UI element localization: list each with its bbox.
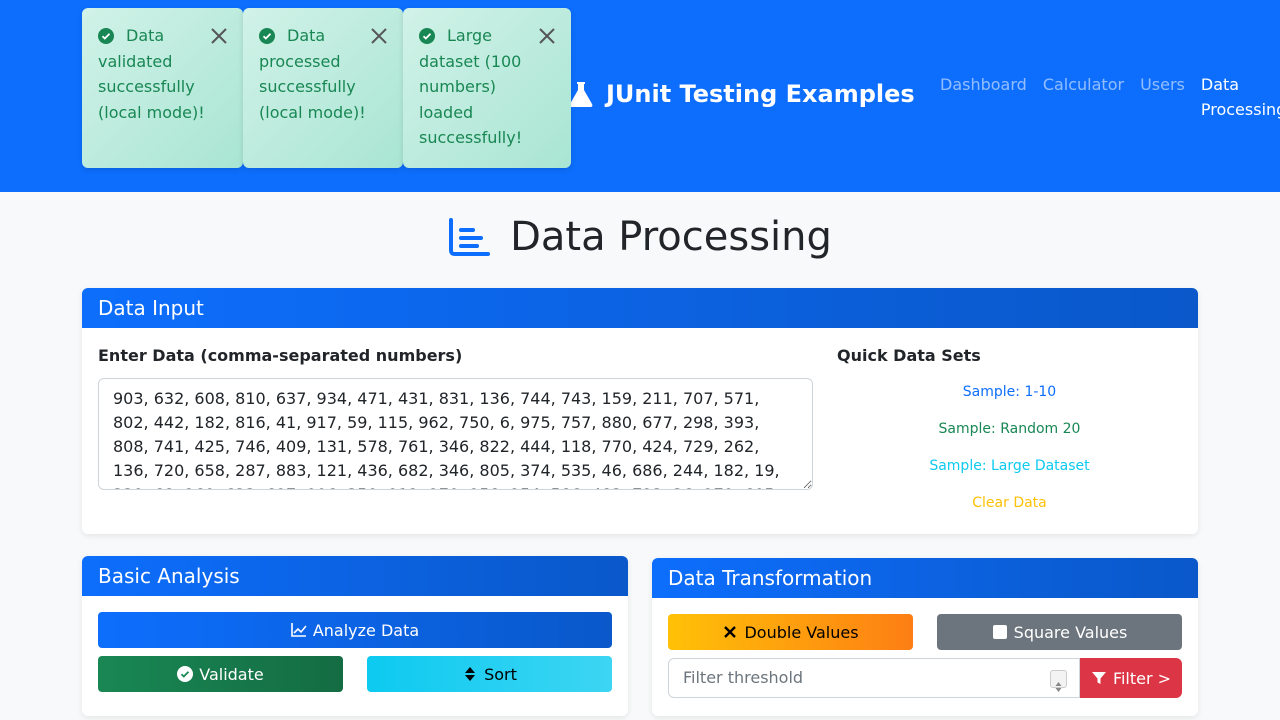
sample-large-dataset-link[interactable]: Sample: Large Dataset (837, 456, 1182, 493)
analyze-data-label: Analyze Data (312, 620, 420, 640)
nav-links: Dashboard Calculator Users Data Processi… (940, 72, 1280, 122)
bar-chart-icon (449, 218, 491, 256)
flask-icon (569, 82, 593, 107)
toast-message: Data processed successfully (local mode)… (259, 26, 366, 122)
square-values-button[interactable]: Square Values (937, 614, 1182, 650)
card-header: Data Input (82, 288, 1198, 328)
nav-link-dashboard[interactable]: Dashboard (940, 72, 1027, 122)
card-header: Basic Analysis (82, 556, 628, 596)
brand-label: JUnit Testing Examples (606, 80, 915, 108)
close-icon[interactable] (209, 26, 229, 46)
toast-success: Data validated successfully (local mode)… (82, 8, 243, 168)
sample-random-20-link[interactable]: Sample: Random 20 (837, 419, 1182, 456)
close-icon[interactable] (537, 26, 557, 46)
toast-success: Data processed successfully (local mode)… (243, 8, 403, 168)
filter-button[interactable]: Filter > (1080, 658, 1182, 698)
data-input-card: Data Input Enter Data (comma-separated n… (82, 288, 1198, 534)
analyze-data-button[interactable]: Analyze Data (98, 612, 612, 648)
filter-threshold-input[interactable]: Filter threshold (668, 658, 1080, 698)
data-transformation-card: Data Transformation Double Values Square… (652, 558, 1198, 716)
square-icon (992, 625, 1007, 639)
nav-link-data-processing[interactable]: Data Processing (1201, 72, 1280, 122)
basic-analysis-card: Basic Analysis Analyze Data Validate Sor… (82, 556, 628, 716)
check-circle-icon (419, 28, 435, 44)
double-values-label: Double Values (744, 622, 859, 642)
validate-label: Validate (199, 664, 264, 684)
double-values-button[interactable]: Double Values (668, 614, 913, 650)
toast-message: Large dataset (100 numbers) loaded succe… (419, 26, 523, 148)
check-circle-icon (259, 28, 275, 44)
data-input-label: Enter Data (comma-separated numbers) (98, 346, 463, 365)
nav-link-calculator[interactable]: Calculator (1043, 72, 1124, 122)
sort-icon (465, 667, 476, 681)
validate-button[interactable]: Validate (98, 656, 343, 692)
quick-data-sets-list: Sample: 1-10 Sample: Random 20 Sample: L… (837, 382, 1182, 530)
toast-success: Large dataset (100 numbers) loaded succe… (403, 8, 571, 168)
filter-threshold-placeholder: Filter threshold (683, 668, 804, 687)
clear-data-link[interactable]: Clear Data (837, 493, 1182, 530)
sample-1-10-link[interactable]: Sample: 1-10 (837, 382, 1182, 419)
spinner-arrows-icon (1055, 682, 1062, 692)
card-header: Data Transformation (652, 558, 1198, 598)
page-title-text: Data Processing (510, 214, 832, 260)
number-spinner[interactable] (1050, 670, 1067, 692)
sort-button[interactable]: Sort (367, 656, 612, 692)
check-circle-icon (177, 666, 194, 682)
square-values-label: Square Values (1013, 622, 1128, 642)
quick-data-sets-title: Quick Data Sets (837, 346, 981, 365)
navbar-brand[interactable]: JUnit Testing Examples (568, 80, 915, 108)
sort-label: Sort (484, 664, 517, 684)
filter-label: Filter > (1112, 668, 1172, 688)
close-icon[interactable] (369, 26, 389, 46)
filter-icon (1091, 672, 1106, 684)
page-title: Data Processing (0, 214, 1280, 260)
nav-link-users[interactable]: Users (1140, 72, 1185, 122)
check-circle-icon (98, 28, 114, 44)
toast-message: Data validated successfully (local mode)… (98, 26, 205, 122)
times-icon (724, 626, 737, 638)
line-chart-icon (291, 623, 307, 637)
data-input-textarea[interactable] (98, 378, 813, 490)
